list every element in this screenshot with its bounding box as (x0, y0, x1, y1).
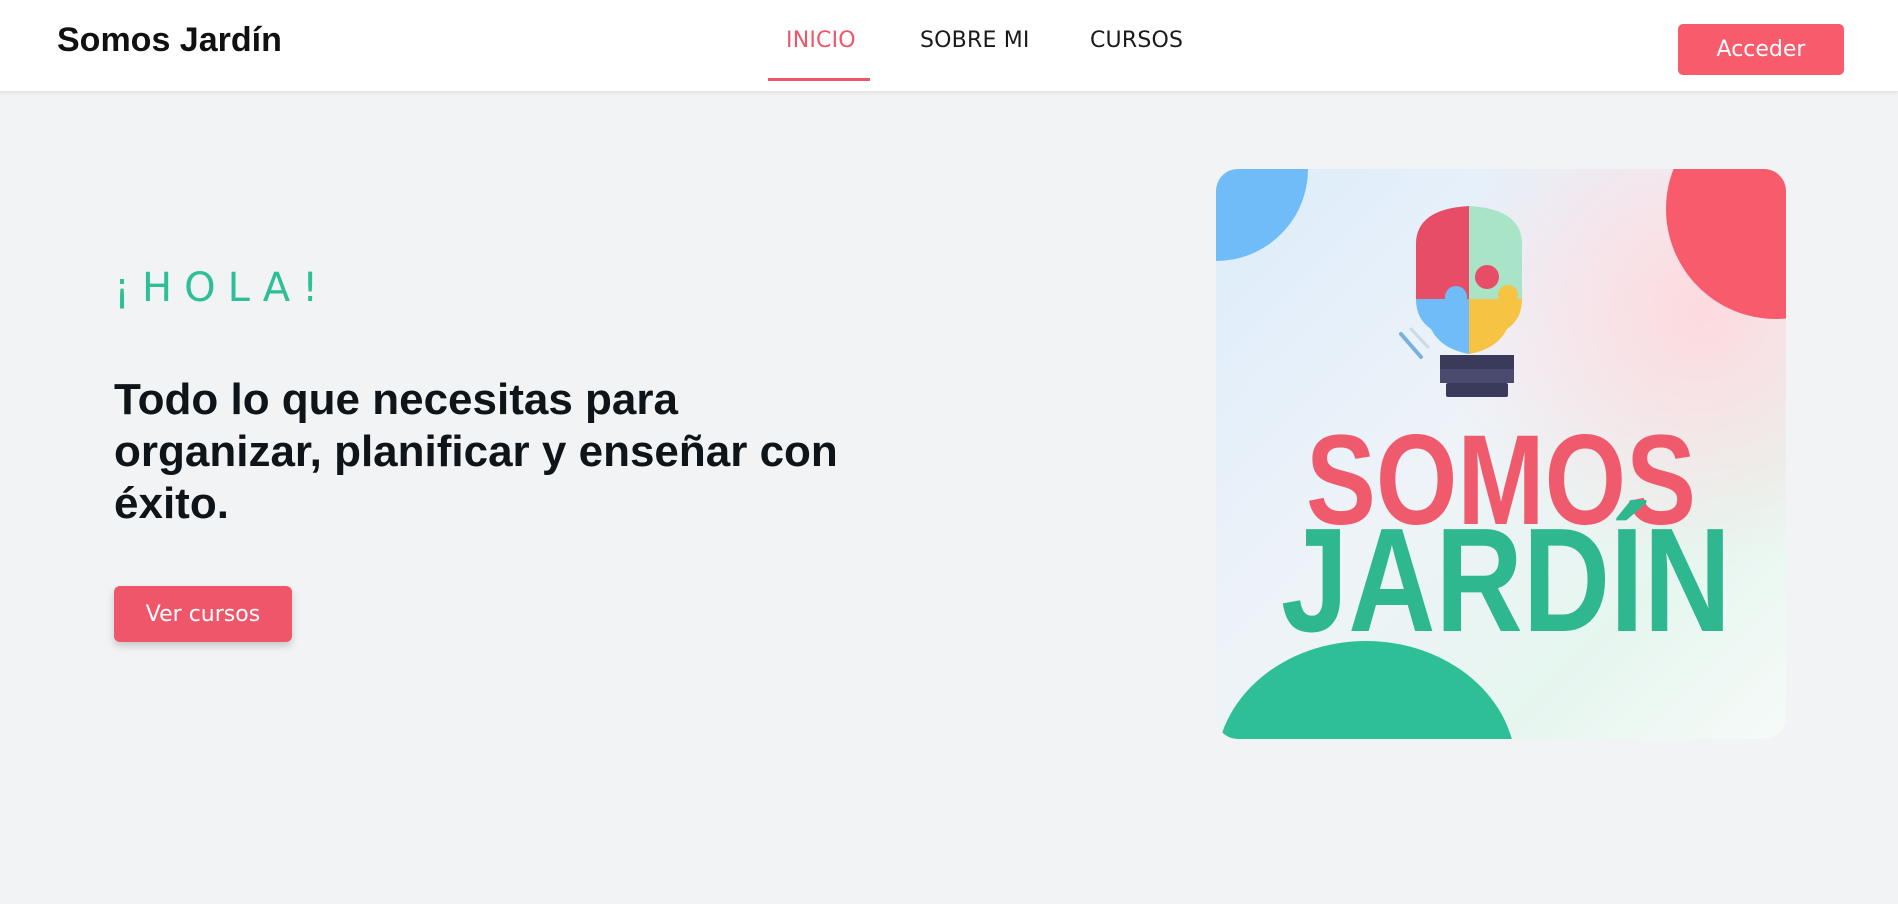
login-button[interactable]: Acceder (1678, 24, 1844, 75)
nav-link-inicio[interactable]: INICIO (786, 24, 856, 58)
active-tab-indicator (768, 78, 870, 81)
nav-link-sobre-mi[interactable]: SOBRE MI (920, 24, 1030, 58)
hero-logo-image: SOMOS JARDÍN (1216, 169, 1786, 739)
view-courses-button[interactable]: Ver cursos (114, 586, 292, 642)
logo-text-jardin: JARDÍN (1281, 498, 1731, 663)
hero-greeting: ¡HOLA! (114, 265, 331, 311)
hero-title: Todo lo que necesitas para organizar, pl… (114, 375, 838, 528)
brand-logo-text[interactable]: Somos Jardín (57, 18, 282, 62)
nav-link-cursos[interactable]: CURSOS (1090, 24, 1183, 58)
top-navbar: Somos Jardín INICIO SOBRE MI CURSOS Acce… (0, 0, 1898, 92)
